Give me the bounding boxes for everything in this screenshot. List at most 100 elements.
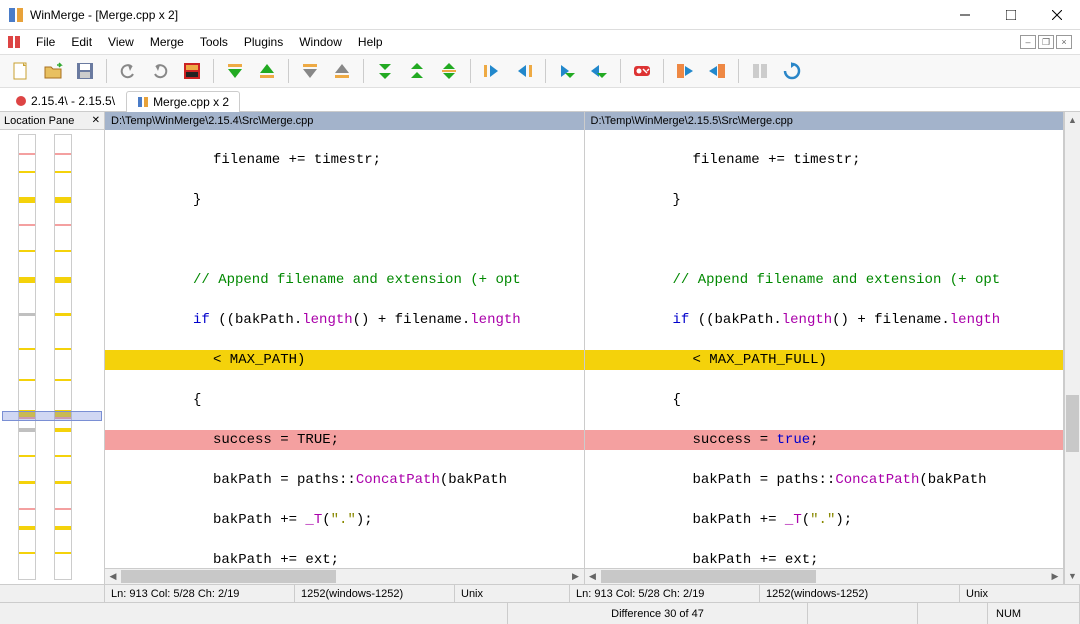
- main-area: Location Pane ✕: [0, 112, 1080, 584]
- toolbar-separator: [363, 59, 364, 83]
- toolbar-separator: [213, 59, 214, 83]
- toolbar-separator: [620, 59, 621, 83]
- tab-label: 2.15.4\ - 2.15.5\: [31, 94, 115, 108]
- menu-plugins[interactable]: Plugins: [236, 33, 291, 51]
- next-diff-down-icon[interactable]: [295, 57, 325, 85]
- prev-diff-up-icon[interactable]: [327, 57, 357, 85]
- left-encoding: 1252(windows-1252): [295, 585, 455, 602]
- right-cursor-pos: Ln: 913 Col: 5/28 Ch: 2/19: [570, 585, 760, 602]
- mdi-restore[interactable]: ❐: [1038, 35, 1054, 49]
- scroll-left-icon[interactable]: ◀: [105, 569, 121, 584]
- current-diff-icon[interactable]: [434, 57, 464, 85]
- all-right-icon[interactable]: [670, 57, 700, 85]
- close-icon[interactable]: ✕: [92, 115, 100, 126]
- toolbar-separator: [288, 59, 289, 83]
- status-empty3: [918, 603, 988, 624]
- maximize-button[interactable]: [988, 0, 1034, 30]
- status-empty: [0, 603, 508, 624]
- right-diff-panel: D:\Temp\WinMerge\2.15.5\Src\Merge.cpp fi…: [585, 112, 1065, 584]
- right-encoding: 1252(windows-1252): [760, 585, 960, 602]
- scroll-left-icon[interactable]: ◀: [585, 569, 601, 584]
- mdi-minimize[interactable]: –: [1020, 35, 1036, 49]
- all-left-icon[interactable]: [702, 57, 732, 85]
- left-eol: Unix: [455, 585, 570, 602]
- left-code-view[interactable]: filename += timestr; } // Append filenam…: [105, 130, 584, 568]
- left-path-bar[interactable]: D:\Temp\WinMerge\2.15.4\Src\Merge.cpp: [105, 112, 584, 130]
- mdi-controls: – ❐ ×: [1020, 35, 1076, 49]
- location-pane-header: Location Pane ✕: [0, 112, 104, 130]
- left-cursor-pos: Ln: 913 Col: 5/28 Ch: 2/19: [105, 585, 295, 602]
- right-horizontal-scrollbar[interactable]: ◀ ▶: [585, 568, 1064, 584]
- left-path: D:\Temp\WinMerge\2.15.4\Src\Merge.cpp: [111, 115, 313, 127]
- tab-label: Merge.cpp x 2: [153, 95, 229, 109]
- app-icon: [8, 7, 24, 23]
- menu-help[interactable]: Help: [350, 33, 391, 51]
- left-horizontal-scrollbar[interactable]: ◀ ▶: [105, 568, 584, 584]
- scroll-down-icon[interactable]: ▼: [1065, 568, 1080, 584]
- folder-diff-icon: [15, 95, 27, 107]
- toolbar-separator: [545, 59, 546, 83]
- close-button[interactable]: [1034, 0, 1080, 30]
- menu-edit[interactable]: Edit: [63, 33, 100, 51]
- right-code-view[interactable]: filename += timestr; } // Append filenam…: [585, 130, 1064, 568]
- redo-icon[interactable]: [145, 57, 175, 85]
- mdi-close[interactable]: ×: [1056, 35, 1072, 49]
- copy-right-icon[interactable]: [477, 57, 507, 85]
- menu-file[interactable]: File: [28, 33, 63, 51]
- file-diff-icon: [137, 96, 149, 108]
- scroll-right-icon[interactable]: ▶: [1047, 569, 1063, 584]
- refresh-icon[interactable]: [777, 57, 807, 85]
- menu-bar: File Edit View Merge Tools Plugins Windo…: [0, 30, 1080, 54]
- app-small-icon: [6, 34, 22, 50]
- menu-merge[interactable]: Merge: [142, 33, 192, 51]
- diff-counter: Difference 30 of 47: [508, 603, 808, 624]
- toolbar: [0, 54, 1080, 88]
- vertical-scrollbar[interactable]: ▲ ▼: [1064, 112, 1080, 584]
- toolbar-separator: [663, 59, 664, 83]
- location-indicator[interactable]: [2, 411, 102, 421]
- main-status-bar: Difference 30 of 47 NUM: [0, 602, 1080, 624]
- right-path-bar[interactable]: D:\Temp\WinMerge\2.15.5\Src\Merge.cpp: [585, 112, 1064, 130]
- numlock-indicator: NUM: [988, 603, 1080, 624]
- location-strips[interactable]: [0, 130, 104, 584]
- window-controls: [942, 0, 1080, 30]
- prev-diff-icon[interactable]: [252, 57, 282, 85]
- new-icon[interactable]: [6, 57, 36, 85]
- undo-icon[interactable]: [113, 57, 143, 85]
- toolbar-separator: [738, 59, 739, 83]
- record-icon[interactable]: [177, 57, 207, 85]
- right-path: D:\Temp\WinMerge\2.15.5\Src\Merge.cpp: [591, 115, 793, 127]
- minimize-button[interactable]: [942, 0, 988, 30]
- menu-view[interactable]: View: [100, 33, 142, 51]
- scroll-right-icon[interactable]: ▶: [568, 569, 584, 584]
- right-eol: Unix: [960, 585, 1080, 602]
- next-diff-icon[interactable]: [220, 57, 250, 85]
- window-title: WinMerge - [Merge.cpp x 2]: [30, 8, 942, 22]
- tab-folder-compare[interactable]: 2.15.4\ - 2.15.5\: [4, 90, 126, 111]
- pane-status-bar: Ln: 913 Col: 5/28 Ch: 2/19 1252(windows-…: [0, 584, 1080, 602]
- left-diff-panel: D:\Temp\WinMerge\2.15.4\Src\Merge.cpp fi…: [105, 112, 585, 584]
- copy-left-icon[interactable]: [509, 57, 539, 85]
- first-diff-icon[interactable]: [370, 57, 400, 85]
- toolbar-separator: [470, 59, 471, 83]
- menu-window[interactable]: Window: [291, 33, 350, 51]
- last-diff-icon[interactable]: [402, 57, 432, 85]
- status-spacer: [0, 585, 105, 602]
- save-icon[interactable]: [70, 57, 100, 85]
- document-tabs: 2.15.4\ - 2.15.5\ Merge.cpp x 2: [0, 88, 1080, 112]
- copy-right-advance-icon[interactable]: [552, 57, 582, 85]
- options-icon[interactable]: [627, 57, 657, 85]
- toolbar-separator: [106, 59, 107, 83]
- open-icon[interactable]: [38, 57, 68, 85]
- tab-file-compare[interactable]: Merge.cpp x 2: [126, 91, 240, 112]
- status-empty2: [808, 603, 918, 624]
- location-pane: Location Pane ✕: [0, 112, 105, 584]
- auto-merge-icon[interactable]: [745, 57, 775, 85]
- scroll-up-icon[interactable]: ▲: [1065, 112, 1080, 128]
- title-bar: WinMerge - [Merge.cpp x 2]: [0, 0, 1080, 30]
- location-pane-title: Location Pane: [4, 115, 74, 127]
- location-strip-right[interactable]: [54, 134, 72, 580]
- copy-left-advance-icon[interactable]: [584, 57, 614, 85]
- location-strip-left[interactable]: [18, 134, 36, 580]
- menu-tools[interactable]: Tools: [192, 33, 236, 51]
